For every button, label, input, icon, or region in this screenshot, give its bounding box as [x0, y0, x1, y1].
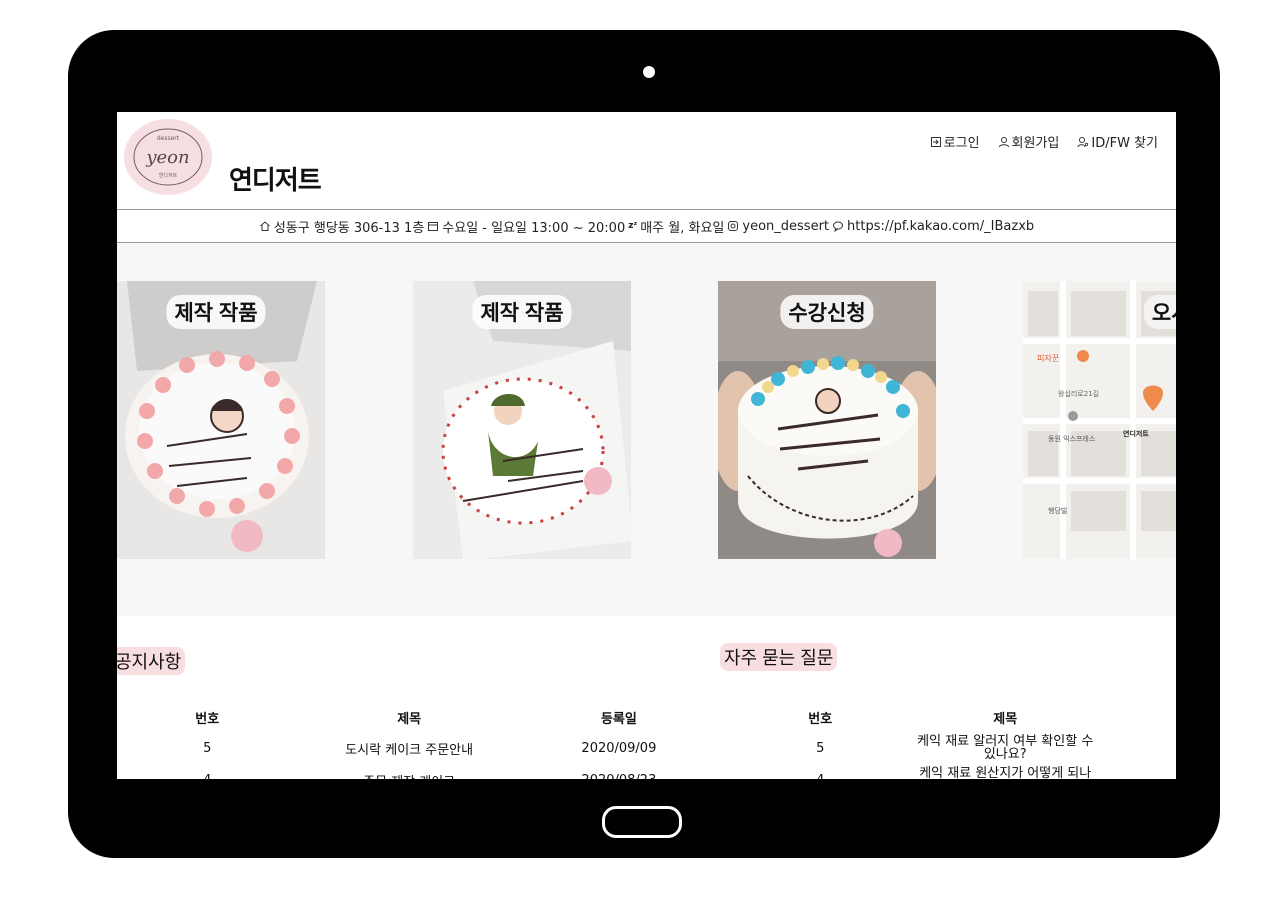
- faq-title[interactable]: 자주 묻는 질문: [720, 643, 838, 671]
- find-id-label: ID/FW 찾기: [1091, 136, 1158, 151]
- faq-table: 번호 제목 5 케익 재료 알러지 여부 확인할 수 있나요? 4 케익 재료 …: [760, 702, 1130, 780]
- faq-number: 4: [760, 764, 880, 780]
- user-search-icon: [1077, 136, 1089, 147]
- table-row[interactable]: 5 도시락 케이크 주문안내 2020/09/09: [147, 732, 687, 764]
- notice-subject[interactable]: 주문 제작 케이크: [268, 764, 551, 780]
- instagram-icon: [728, 221, 739, 231]
- login-label: 로그인: [943, 136, 980, 151]
- notice-header-row: 번호 제목 등록일: [147, 702, 687, 732]
- gallery-card-works-2[interactable]: 제작 작품: [413, 281, 631, 559]
- gallery-card-label: 제작 작품: [166, 295, 266, 329]
- gallery-slider: 제작 작품 제작 작품 수강신청 피자꾼 왕십리로21길 동원 익스프레스 연디…: [117, 243, 1176, 616]
- notice-number: 5: [203, 740, 212, 756]
- calendar-icon: [428, 222, 439, 231]
- gallery-card-label: 제작 작품: [472, 295, 572, 329]
- svg-text:dessert: dessert: [157, 135, 180, 142]
- svg-text:연디저트: 연디저트: [1123, 429, 1149, 438]
- signup-label: 회원가입: [1011, 136, 1060, 151]
- faq-header-title: 제목: [993, 711, 1018, 727]
- home-button[interactable]: [602, 806, 682, 838]
- faq-header-row: 번호 제목: [760, 702, 1130, 732]
- notice-header-date: 등록일: [600, 711, 637, 727]
- faq-number: 5: [816, 740, 825, 756]
- svg-text:동원 익스프레스: 동원 익스프레스: [1048, 434, 1096, 443]
- gallery-card-directions[interactable]: 피자꾼 왕십리로21길 동원 익스프레스 연디저트 행당빌 오시는 길: [1023, 281, 1176, 559]
- table-row[interactable]: 4 주문 제작 케이크 2020/08/23: [147, 764, 687, 780]
- closed-days: 매주 월, 화요일: [640, 220, 725, 236]
- login-icon: [930, 136, 941, 147]
- notice-title[interactable]: 공지사항: [117, 647, 186, 675]
- site-title[interactable]: 연디저트: [229, 160, 322, 197]
- site-logo[interactable]: dessert yeon 연디저트: [124, 119, 212, 195]
- notice-date: 2020/08/23: [551, 764, 687, 780]
- table-row[interactable]: 5 케익 재료 알러지 여부 확인할 수 있나요?: [760, 732, 1130, 764]
- login-link[interactable]: 로그인: [930, 132, 980, 151]
- home-icon: [260, 221, 270, 231]
- store-address: 성동구 행당동 306-13 1층: [273, 220, 425, 236]
- notice-number: 4: [147, 764, 268, 780]
- gallery-card-class[interactable]: 수강신청: [718, 281, 936, 559]
- svg-text:왕십리로21길: 왕십리로21길: [1058, 389, 1099, 398]
- faq-header-number: 번호: [808, 711, 833, 727]
- gallery-card-label: 수강신청: [780, 295, 874, 329]
- faq-subject[interactable]: 케익 재료 알러지 여부 확인할 수 있나요?: [880, 732, 1130, 764]
- faq-subject[interactable]: 케익 재료 원산지가 어떻게 되나요?: [880, 764, 1130, 779]
- account-links: 로그인 회원가입 ID/FW 찾기: [930, 132, 1158, 151]
- store-info-bar: 성동구 행당동 306-13 1층 수요일 - 일요일 13:00 ~ 20:0…: [117, 209, 1176, 243]
- svg-text:연디저트: 연디저트: [159, 172, 178, 179]
- camera-dot: [643, 66, 655, 78]
- table-row[interactable]: 4 케익 재료 원산지가 어떻게 되나요?: [760, 764, 1130, 779]
- find-id-link[interactable]: ID/FW 찾기: [1077, 132, 1158, 151]
- gallery-card-works-1[interactable]: 제작 작품: [117, 281, 325, 559]
- svg-text:피자꾼: 피자꾼: [1037, 354, 1059, 363]
- signup-link[interactable]: 회원가입: [998, 132, 1060, 151]
- notice-subject[interactable]: 도시락 케이크 주문안내: [268, 732, 551, 764]
- gallery-card-label: 오시는 길: [1143, 295, 1176, 329]
- svg-text:행당빌: 행당빌: [1048, 506, 1067, 515]
- chat-icon: [833, 221, 844, 232]
- notice-header-number: 번호: [195, 711, 220, 727]
- notice-header-title: 제목: [397, 711, 422, 727]
- sleep-icon: zᶻ: [628, 221, 638, 231]
- svg-text:yeon: yeon: [145, 147, 189, 168]
- instagram-handle[interactable]: yeon_dessert: [742, 219, 829, 234]
- web-page: dessert yeon 연디저트 연디저트 로그인 회원가입 ID/FW 찾기…: [117, 112, 1176, 779]
- notice-table: 번호 제목 등록일 5 도시락 케이크 주문안내 2020/09/09 4 주문…: [147, 702, 687, 780]
- user-icon: [998, 136, 1009, 147]
- store-hours: 수요일 - 일요일 13:00 ~ 20:00: [442, 220, 626, 236]
- notice-date: 2020/09/09: [581, 740, 657, 756]
- kakao-link[interactable]: https://pf.kakao.com/_IBazxb: [847, 219, 1034, 234]
